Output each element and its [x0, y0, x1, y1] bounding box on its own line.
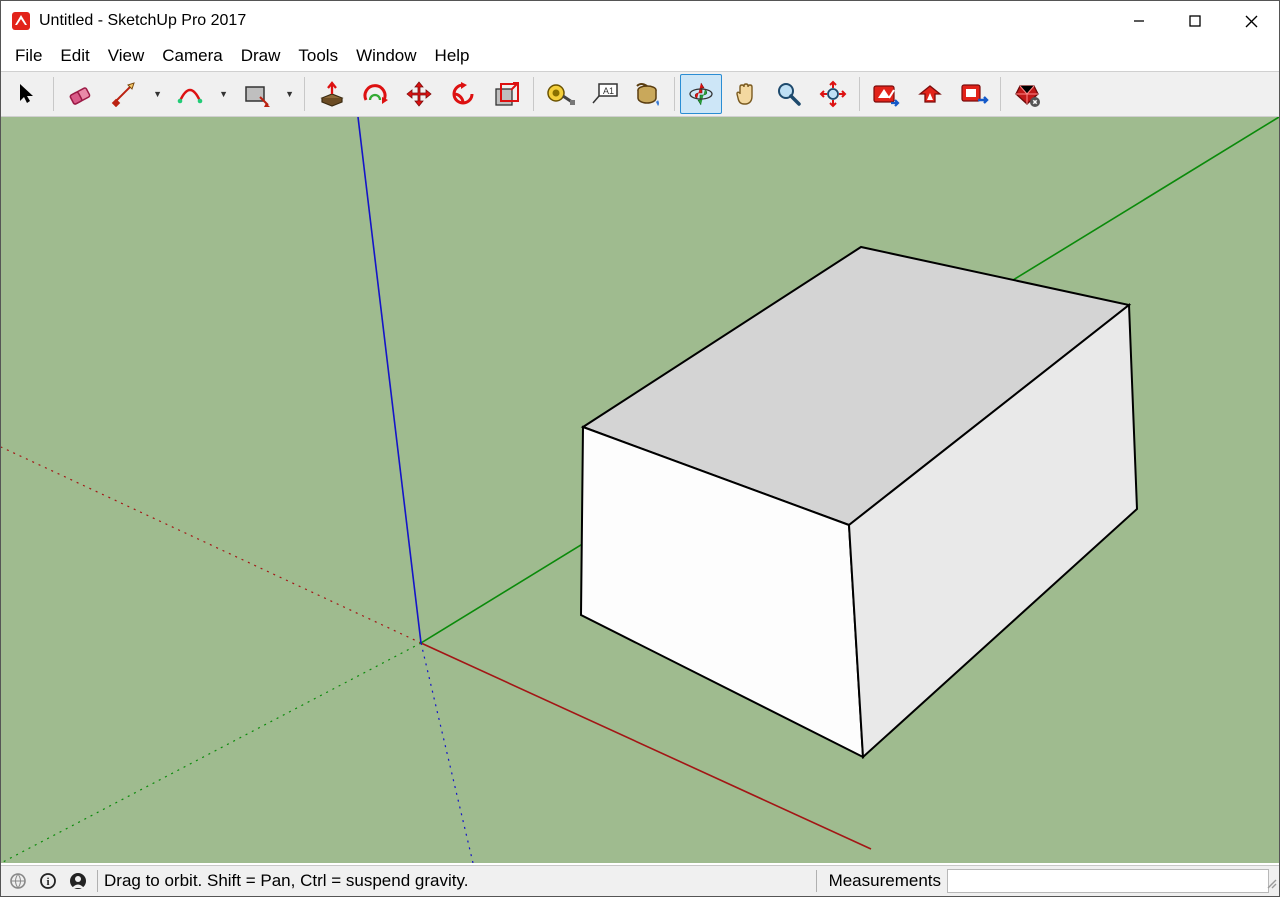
measurements-input[interactable]: [947, 869, 1269, 893]
3d-viewport[interactable]: [1, 117, 1279, 865]
tool-text[interactable]: A1: [583, 74, 625, 114]
tool-line[interactable]: ▼: [103, 74, 167, 114]
tool-pushpull[interactable]: [310, 74, 352, 114]
profile-icon[interactable]: [65, 868, 91, 894]
menu-edit[interactable]: Edit: [52, 44, 97, 68]
maximize-button[interactable]: [1167, 1, 1223, 41]
tool-eraser[interactable]: [59, 74, 101, 114]
app-window: Untitled - SketchUp Pro 2017 File Edit V…: [0, 0, 1280, 897]
credits-icon[interactable]: i: [35, 868, 61, 894]
tool-select[interactable]: [6, 74, 48, 114]
tool-zoom[interactable]: [768, 74, 810, 114]
menu-help[interactable]: Help: [427, 44, 478, 68]
tool-ruby-console[interactable]: [1006, 74, 1048, 114]
tool-pan[interactable]: [724, 74, 766, 114]
tool-zoom-extents[interactable]: [812, 74, 854, 114]
tool-extension-warehouse[interactable]: [953, 74, 995, 114]
tool-arc[interactable]: ▼: [169, 74, 233, 114]
close-button[interactable]: [1223, 1, 1279, 41]
toolbar-separator: [674, 77, 675, 111]
svg-text:A1: A1: [603, 86, 614, 96]
dropdown-icon: ▼: [153, 89, 162, 99]
menu-bar: File Edit View Camera Draw Tools Window …: [1, 41, 1279, 71]
tool-3d-warehouse-get[interactable]: [865, 74, 907, 114]
tool-move[interactable]: [398, 74, 440, 114]
dropdown-icon: ▼: [285, 89, 294, 99]
measurements-label: Measurements: [823, 871, 947, 891]
dropdown-icon: ▼: [219, 89, 228, 99]
menu-camera[interactable]: Camera: [154, 44, 230, 68]
toolbar-separator: [53, 77, 54, 111]
menu-draw[interactable]: Draw: [233, 44, 289, 68]
title-bar: Untitled - SketchUp Pro 2017: [1, 1, 1279, 41]
status-separator: [816, 870, 817, 892]
minimize-button[interactable]: [1111, 1, 1167, 41]
main-toolbar: ▼ ▼ ▼: [1, 71, 1279, 117]
sketchup-app-icon: [11, 11, 31, 31]
tool-scale[interactable]: [486, 74, 528, 114]
status-bar: i Drag to orbit. Shift = Pan, Ctrl = sus…: [1, 865, 1279, 896]
menu-window[interactable]: Window: [348, 44, 424, 68]
tool-tape-measure[interactable]: [539, 74, 581, 114]
tool-offset[interactable]: [354, 74, 396, 114]
toolbar-separator: [859, 77, 860, 111]
resize-grip-icon[interactable]: [1265, 874, 1277, 894]
menu-file[interactable]: File: [7, 44, 50, 68]
toolbar-separator: [533, 77, 534, 111]
tool-paint-bucket[interactable]: [627, 74, 669, 114]
toolbar-separator: [304, 77, 305, 111]
tool-rotate[interactable]: [442, 74, 484, 114]
tool-orbit[interactable]: [680, 74, 722, 114]
tool-rectangle[interactable]: ▼: [235, 74, 299, 114]
tool-3d-warehouse-share[interactable]: [909, 74, 951, 114]
menu-tools[interactable]: Tools: [290, 44, 346, 68]
status-separator: [97, 870, 98, 892]
geolocation-icon[interactable]: [5, 868, 31, 894]
status-hint: Drag to orbit. Shift = Pan, Ctrl = suspe…: [104, 871, 810, 891]
window-title: Untitled - SketchUp Pro 2017: [39, 12, 246, 30]
toolbar-separator: [1000, 77, 1001, 111]
menu-view[interactable]: View: [100, 44, 153, 68]
svg-text:i: i: [46, 876, 49, 888]
